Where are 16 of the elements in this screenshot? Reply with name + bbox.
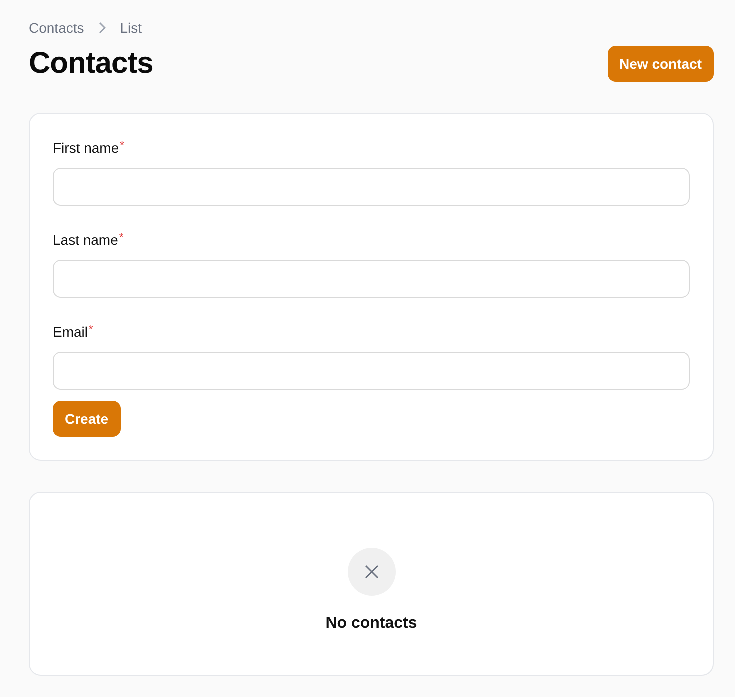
required-mark: * bbox=[89, 324, 94, 336]
field-label: Email bbox=[53, 324, 88, 340]
empty-message: No contacts bbox=[326, 614, 418, 632]
field-label: Last name bbox=[53, 232, 118, 248]
create-button[interactable]: Create bbox=[53, 401, 121, 437]
page-title: Contacts bbox=[29, 47, 154, 81]
required-mark: * bbox=[120, 140, 124, 152]
new-contact-button[interactable]: New contact bbox=[608, 46, 714, 82]
input-field[interactable] bbox=[53, 352, 690, 390]
input-field[interactable] bbox=[53, 260, 690, 298]
required-mark: * bbox=[119, 232, 124, 244]
breadcrumb-link[interactable]: List bbox=[120, 20, 142, 36]
input-field[interactable] bbox=[53, 168, 690, 206]
field-label: First name bbox=[53, 140, 120, 156]
chevron-right-icon bbox=[98, 22, 106, 34]
breadcrumb-link[interactable]: Contacts bbox=[29, 20, 84, 36]
